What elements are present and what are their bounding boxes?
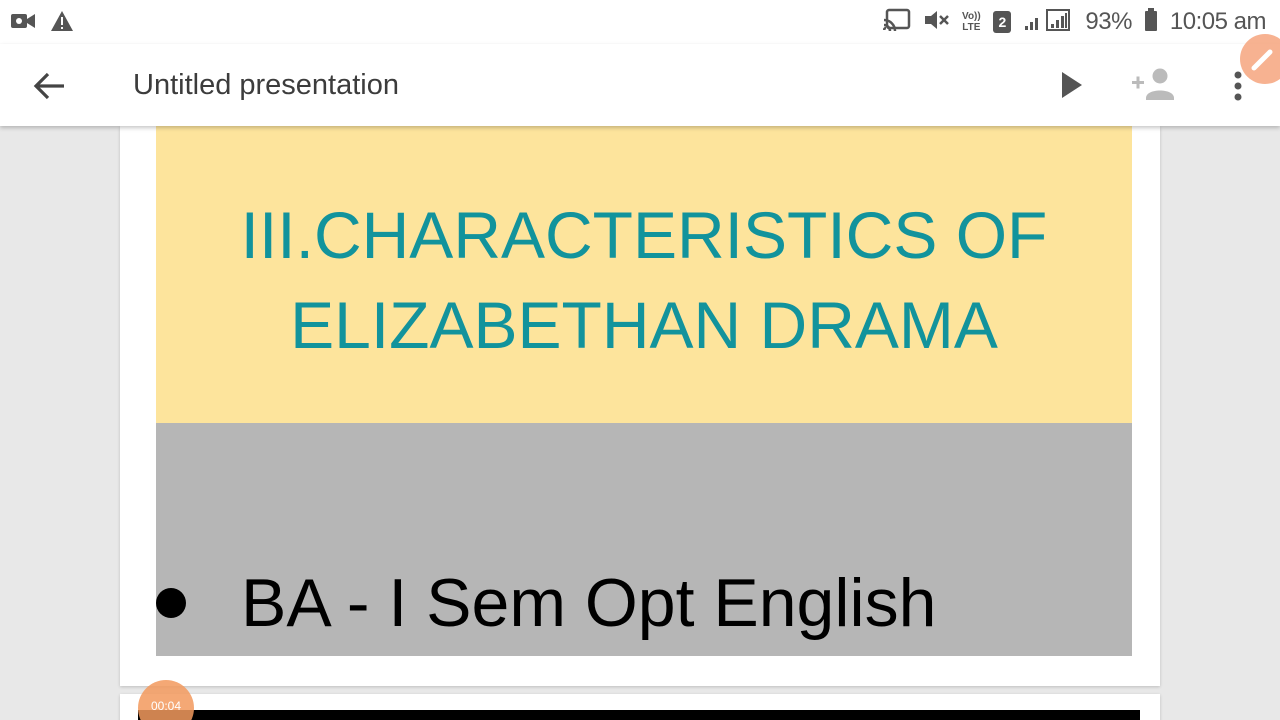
slide-title-line1: III.CHARACTERISTICS OF — [240, 197, 1048, 272]
clock: 10:05 am — [1169, 8, 1267, 35]
add-person-icon — [1132, 68, 1174, 100]
status-bar: Vo)) LTE 2 93% 10:05 am — [0, 0, 1280, 44]
bullet-text: BA - I Sem Opt English — [241, 565, 937, 641]
back-arrow-icon — [33, 72, 64, 100]
sim-icon: 2 — [993, 11, 1012, 33]
slide-title-line2: ELIZABETHAN DRAMA — [290, 287, 998, 362]
cast-icon — [883, 8, 911, 37]
play-icon — [1062, 72, 1082, 98]
bullet-icon — [156, 588, 186, 618]
presentation-title[interactable]: Untitled presentation — [133, 66, 399, 104]
edit-button[interactable] — [1240, 34, 1280, 84]
mute-icon — [923, 8, 950, 37]
video-camera-icon — [10, 10, 36, 37]
recording-timer[interactable]: 00:04 — [138, 680, 194, 720]
edit-icon — [1251, 49, 1273, 71]
battery-percent: 93% — [1085, 8, 1132, 35]
slide-title: III.CHARACTERISTICS OF ELIZABETHAN DRAMA — [241, 190, 1048, 370]
slide-body-box[interactable]: BA - I Sem Opt English — [156, 423, 1132, 656]
back-button[interactable] — [30, 66, 70, 106]
slide-thumbnail-1[interactable]: III.CHARACTERISTICS OF ELIZABETHAN DRAMA… — [120, 126, 1160, 686]
slide-2-content — [138, 710, 1140, 720]
battery-icon — [1144, 7, 1158, 37]
slide-thumbnail-2[interactable] — [120, 694, 1160, 720]
volte-icon: Vo)) LTE — [962, 11, 981, 33]
slide-title-box[interactable]: III.CHARACTERISTICS OF ELIZABETHAN DRAMA — [156, 126, 1132, 423]
status-right: Vo)) LTE 2 93% 10:05 am — [883, 6, 1267, 38]
screen: Vo)) LTE 2 93% 10:05 am Untitled present… — [0, 0, 1280, 720]
signal-icon — [1023, 8, 1073, 37]
status-left — [10, 10, 74, 37]
app-bar: Untitled presentation — [0, 44, 1280, 126]
share-button[interactable] — [1130, 64, 1176, 104]
warning-icon — [50, 10, 74, 37]
present-button[interactable] — [1054, 68, 1088, 102]
